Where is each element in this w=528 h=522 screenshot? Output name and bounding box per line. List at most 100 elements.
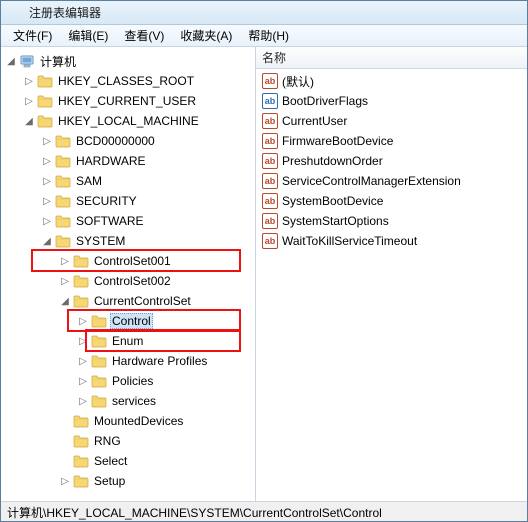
reg-sz-icon: ab [262, 133, 278, 149]
tree-label-selected: Control [110, 313, 153, 329]
expand-icon[interactable]: ▷ [77, 336, 89, 347]
folder-icon [55, 134, 71, 148]
expand-icon[interactable]: ◢ [5, 56, 17, 67]
tree-pane[interactable]: ◢ 计算机 ▷ HKEY_CLASSES_ROOT ▷ [1, 47, 256, 501]
reg-sz-icon: ab [262, 173, 278, 189]
row-bcd[interactable]: ▷BCD00000000 [41, 131, 255, 151]
menubar: 文件(F) 编辑(E) 查看(V) 收藏夹(A) 帮助(H) [1, 25, 527, 47]
expand-icon[interactable]: ◢ [23, 116, 35, 127]
tree: ◢ 计算机 ▷ HKEY_CLASSES_ROOT ▷ [1, 47, 255, 495]
expand-icon[interactable]: ▷ [41, 216, 53, 227]
expand-icon[interactable]: ▷ [41, 136, 53, 147]
tree-label: HKEY_CURRENT_USER [56, 93, 198, 109]
value-row[interactable]: ab WaitToKillServiceTimeout [256, 231, 527, 251]
expand-icon[interactable]: ▷ [77, 316, 89, 327]
tree-label: HARDWARE [74, 153, 148, 169]
values-pane[interactable]: 名称 ab(默认)abBootDriverFlagsabCurrentUsera… [256, 47, 527, 501]
expand-icon[interactable]: ▷ [59, 476, 71, 487]
tree-label: SOFTWARE [74, 213, 146, 229]
tree-label: HKEY_LOCAL_MACHINE [56, 113, 201, 129]
expand-icon[interactable]: ▷ [77, 376, 89, 387]
row-svc[interactable]: ▷ services [77, 391, 255, 411]
row-cs2[interactable]: ▷ControlSet002 [59, 271, 255, 291]
row-sel[interactable]: ▷Select [59, 451, 255, 471]
expand-icon[interactable]: ▷ [41, 156, 53, 167]
expand-icon[interactable]: ▷ [41, 176, 53, 187]
row-computer[interactable]: ◢ 计算机 [5, 51, 255, 71]
folder-icon [37, 94, 53, 108]
folder-icon [73, 474, 89, 488]
expand-icon[interactable]: ▷ [23, 96, 35, 107]
row-hwprof[interactable]: ▷Hardware Profiles [77, 351, 255, 371]
expand-icon[interactable]: ▷ [59, 256, 71, 267]
tree-label: CurrentControlSet [92, 293, 193, 309]
reg-sz-icon: ab [262, 233, 278, 249]
tree-label: Enum [110, 333, 145, 349]
tree-label: services [110, 393, 158, 409]
reg-sz-icon: ab [262, 113, 278, 129]
folder-icon [73, 294, 89, 308]
column-name[interactable]: 名称 [262, 49, 286, 66]
folder-icon [91, 314, 107, 328]
row-hlm[interactable]: ◢ HKEY_LOCAL_MACHINE [23, 111, 255, 131]
row-soft[interactable]: ▷ SOFTWARE [41, 211, 255, 231]
tree-label: ControlSet001 [92, 253, 173, 269]
folder-icon [73, 274, 89, 288]
folder-icon [55, 214, 71, 228]
expand-icon[interactable]: ▷ [77, 396, 89, 407]
value-name: (默认) [282, 73, 314, 90]
folder-icon [55, 174, 71, 188]
folder-icon [55, 234, 71, 248]
reg-sz-icon: ab [262, 213, 278, 229]
value-row[interactable]: ab CurrentUser [256, 111, 527, 131]
row-setup[interactable]: ▷ Setup [59, 471, 255, 491]
expand-icon[interactable]: ▷ [41, 196, 53, 207]
row-rng[interactable]: ▷RNG [59, 431, 255, 451]
expand-icon[interactable]: ▷ [59, 276, 71, 287]
row-md[interactable]: ▷MountedDevices [59, 411, 255, 431]
value-row[interactable]: abBootDriverFlags [256, 91, 527, 111]
menu-help[interactable]: 帮助(H) [240, 25, 297, 46]
value-name: CurrentUser [282, 114, 347, 128]
value-row[interactable]: ab(默认) [256, 71, 527, 91]
row-pol[interactable]: ▷Policies [77, 371, 255, 391]
tree-label: RNG [92, 433, 123, 449]
value-name: WaitToKillServiceTimeout [282, 234, 417, 248]
window-title: 注册表编辑器 [29, 4, 101, 21]
tree-label: Setup [92, 473, 127, 489]
row-hcu[interactable]: ▷ HKEY_CURRENT_USER [23, 91, 255, 111]
expand-icon[interactable]: ▷ [77, 356, 89, 367]
menu-fav[interactable]: 收藏夹(A) [172, 25, 240, 46]
folder-icon [37, 114, 53, 128]
titlebar[interactable]: 注册表编辑器 [1, 1, 527, 25]
list-body: ab(默认)abBootDriverFlagsabCurrentUserabFi… [256, 69, 527, 253]
folder-icon [55, 194, 71, 208]
menu-view[interactable]: 查看(V) [116, 25, 172, 46]
value-name: ServiceControlManagerExtension [282, 174, 461, 188]
computer-icon [19, 54, 35, 68]
row-sec[interactable]: ▷SECURITY [41, 191, 255, 211]
value-row[interactable]: abSystemStartOptions [256, 211, 527, 231]
value-row[interactable]: abFirmwareBootDevice [256, 131, 527, 151]
expand-icon[interactable]: ◢ [59, 296, 71, 307]
expand-icon[interactable]: ▷ [23, 76, 35, 87]
value-row[interactable]: abSystemBootDevice [256, 191, 527, 211]
menu-edit[interactable]: 编辑(E) [60, 25, 116, 46]
value-row[interactable]: abPreshutdownOrder [256, 151, 527, 171]
row-hw[interactable]: ▷ HARDWARE [41, 151, 255, 171]
list-header[interactable]: 名称 [256, 47, 527, 69]
row-enum[interactable]: ▷ Enum [77, 331, 255, 351]
row-sam[interactable]: ▷ SAM [41, 171, 255, 191]
value-row[interactable]: ab ServiceControlManagerExtension [256, 171, 527, 191]
tree-label: Select [92, 453, 129, 469]
row-system[interactable]: ◢SYSTEM [41, 231, 255, 251]
folder-icon [91, 334, 107, 348]
reg-sz-icon: ab [262, 73, 278, 89]
row-ccs[interactable]: ◢ CurrentControlSet [59, 291, 255, 311]
row-cs1[interactable]: ▷ ControlSet001 [59, 251, 255, 271]
row-hcr[interactable]: ▷ HKEY_CLASSES_ROOT [23, 71, 255, 91]
menu-file[interactable]: 文件(F) [5, 25, 60, 46]
tree-label: SAM [74, 173, 104, 189]
row-control[interactable]: ▷ Control [77, 311, 255, 331]
expand-icon[interactable]: ◢ [41, 236, 53, 247]
